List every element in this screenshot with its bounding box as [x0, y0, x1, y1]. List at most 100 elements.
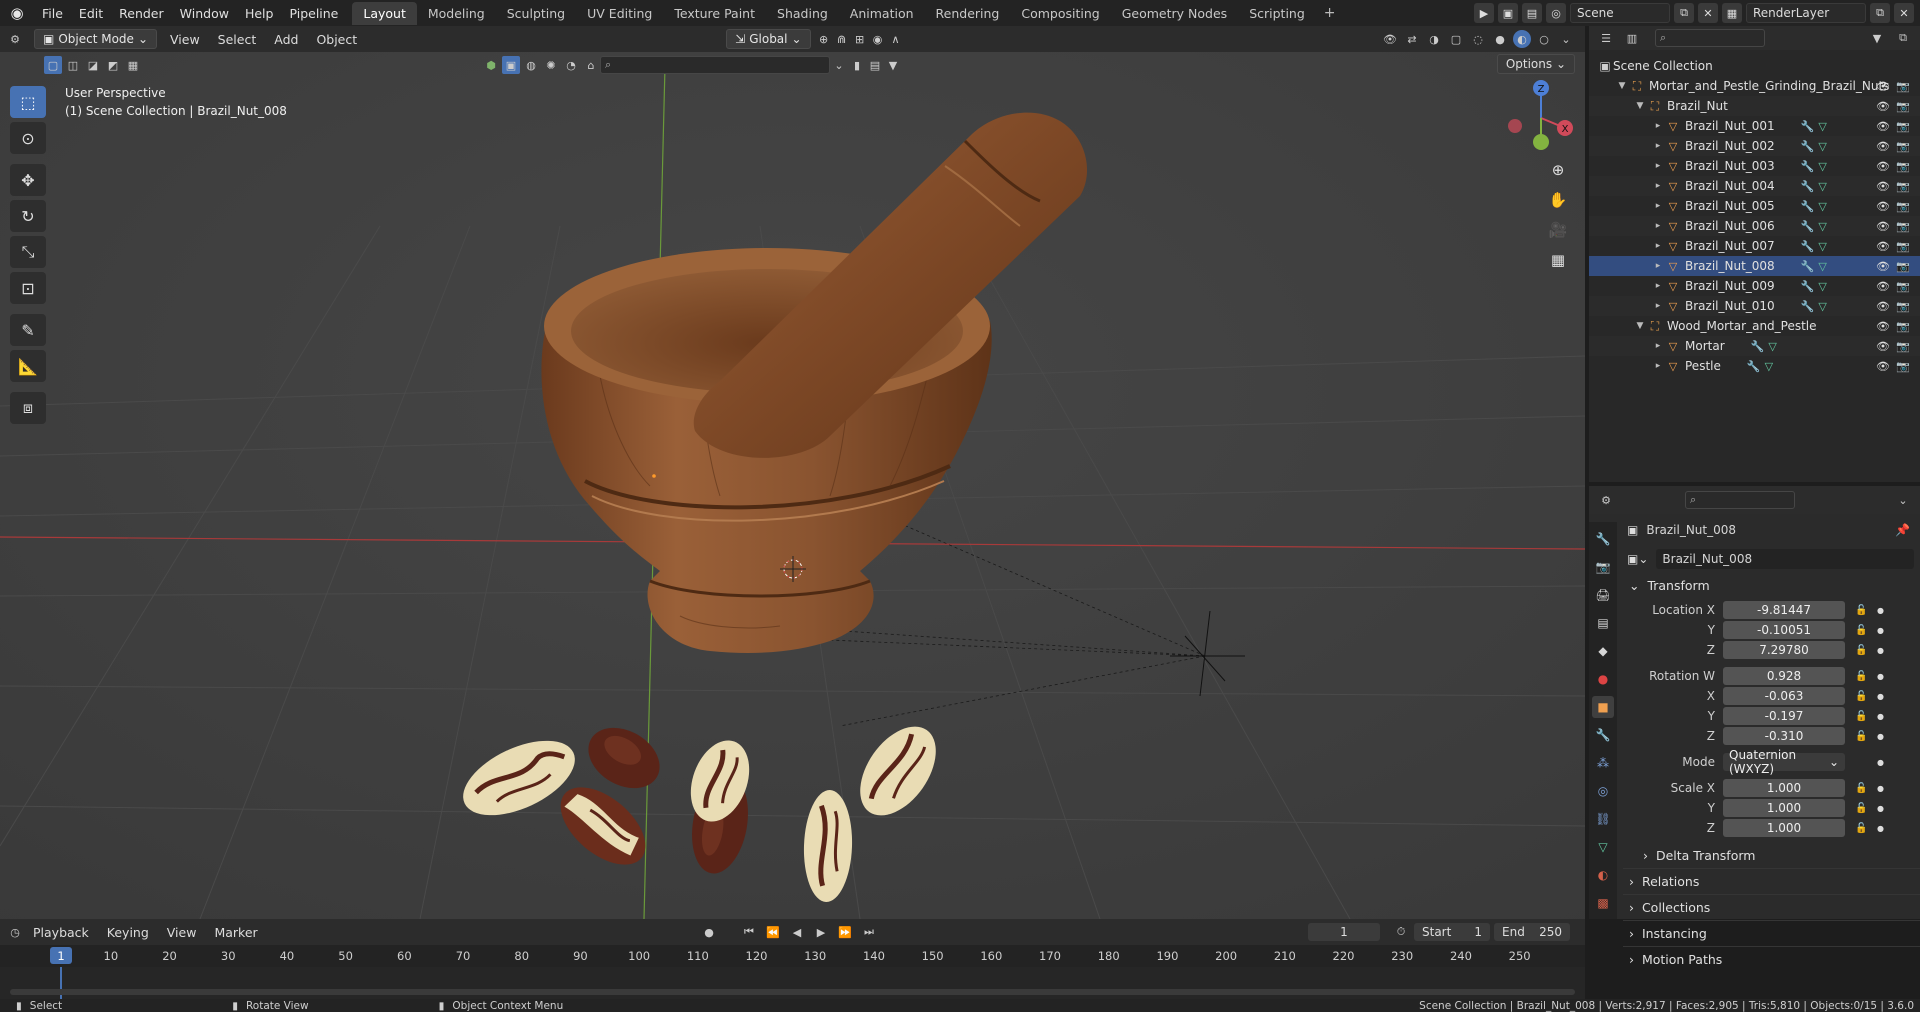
- visibility-eye-icon[interactable]: 👁: [1876, 240, 1890, 253]
- add-cube-tool-icon[interactable]: ⧈: [10, 392, 46, 424]
- outliner-item[interactable]: ▸ ▽ Mortar 🔧 ▽ 👁 📷: [1589, 336, 1920, 356]
- collapse-arrow-icon[interactable]: ▸: [1651, 201, 1665, 211]
- rendered-shading-icon[interactable]: ○: [1535, 30, 1553, 48]
- physics-tab-icon[interactable]: ◎: [1592, 780, 1614, 802]
- jump-start-icon[interactable]: ⏮: [740, 923, 758, 941]
- play-icon[interactable]: ▶: [812, 923, 830, 941]
- modifier-icon[interactable]: 🔧: [1801, 140, 1815, 153]
- zoom-icon[interactable]: ⊕: [1545, 157, 1571, 183]
- delta-transform-section[interactable]: › Delta Transform: [1623, 842, 1920, 868]
- next-keyframe-icon[interactable]: ⏩: [836, 923, 854, 941]
- outliner-item[interactable]: ▼ ⛶ Wood_Mortar_and_Pestle 👁 📷: [1589, 316, 1920, 336]
- modifier-icon[interactable]: 🔧: [1801, 240, 1815, 253]
- 3d-viewport[interactable]: ⚙ ▣ Object Mode ⌄ View Select Add Object ⇲…: [0, 26, 1585, 919]
- lock-icon[interactable]: 🔓: [1855, 731, 1869, 742]
- rotation-y-field[interactable]: -0.197: [1723, 707, 1845, 725]
- new-collection-icon[interactable]: ⧉: [1894, 29, 1912, 47]
- pin-scene-icon[interactable]: ⧉: [1674, 3, 1694, 23]
- collapse-arrow-icon[interactable]: ▸: [1651, 121, 1665, 131]
- render-camera-icon[interactable]: 📷: [1896, 240, 1910, 253]
- keyframe-dot-icon[interactable]: ●: [1877, 824, 1887, 833]
- filter-icon[interactable]: ▼: [1868, 29, 1886, 47]
- add-view-layer-icon[interactable]: ⧉: [1870, 3, 1890, 23]
- tab-shading[interactable]: Shading: [766, 2, 839, 25]
- visibility-eye-icon[interactable]: 👁: [1876, 340, 1890, 353]
- timeline-menu-keying[interactable]: Keying: [98, 925, 158, 940]
- visibility-eye-icon[interactable]: 👁: [1876, 260, 1890, 273]
- render-image-icon[interactable]: ▣: [1498, 3, 1518, 23]
- keyframe-dot-icon[interactable]: ●: [1877, 692, 1887, 701]
- select-intersect-icon[interactable]: ▦: [124, 56, 142, 74]
- modifier-icon[interactable]: 🔧: [1747, 360, 1761, 373]
- rotation-w-field[interactable]: 0.928: [1723, 667, 1845, 685]
- render-camera-icon[interactable]: 📷: [1896, 80, 1910, 93]
- play-render-icon[interactable]: ▶: [1474, 3, 1494, 23]
- snap-icon[interactable]: ⋒: [833, 30, 851, 48]
- mesh-data-icon[interactable]: ▽: [1818, 120, 1826, 133]
- collapse-arrow-icon[interactable]: ▸: [1651, 221, 1665, 231]
- cursor-tool-icon[interactable]: ⊙: [10, 122, 46, 154]
- mesh-data-icon[interactable]: ▽: [1818, 160, 1826, 173]
- select-invert-icon[interactable]: ◩: [104, 56, 122, 74]
- expand-arrow-icon[interactable]: ▼: [1633, 321, 1647, 331]
- timeline-ruler[interactable]: 1 10 20 30 40 50 60 70 80 90 100 110 120 130 140 150 16…: [0, 945, 1585, 967]
- motion-paths-section[interactable]: › Motion Paths: [1623, 946, 1920, 972]
- tab-geometry-nodes[interactable]: Geometry Nodes: [1111, 2, 1238, 25]
- tab-rendering[interactable]: Rendering: [925, 2, 1011, 25]
- visibility-eye-icon[interactable]: 👁: [1876, 160, 1890, 173]
- remove-view-layer-icon[interactable]: ✕: [1894, 3, 1914, 23]
- keyframe-dot-icon[interactable]: ●: [1877, 732, 1887, 741]
- select-new-icon[interactable]: ▢: [44, 56, 62, 74]
- jump-end-icon[interactable]: ⏭: [860, 923, 878, 941]
- timeline-track[interactable]: [0, 967, 1585, 999]
- collapse-arrow-icon[interactable]: ▸: [1651, 241, 1665, 251]
- search-dropdown-icon[interactable]: ⌄: [830, 56, 848, 74]
- measure-tool-icon[interactable]: 📐: [10, 350, 46, 382]
- view-layer-icon[interactable]: ▦: [1722, 3, 1742, 23]
- location-y-field[interactable]: -0.10051: [1723, 621, 1845, 639]
- collapse-arrow-icon[interactable]: ▸: [1651, 341, 1665, 351]
- visibility-icon[interactable]: 👁: [1381, 30, 1399, 48]
- proportional-edit-icon[interactable]: ◉: [869, 30, 887, 48]
- blender-logo-icon[interactable]: ◉: [0, 0, 34, 26]
- lock-icon[interactable]: 🔓: [1855, 671, 1869, 682]
- curve-filter-icon[interactable]: ◍: [522, 56, 540, 74]
- view-layer-selector[interactable]: RenderLayer: [1746, 3, 1866, 23]
- timeline-scrollbar[interactable]: [10, 989, 1575, 995]
- pin-icon[interactable]: 📌: [1895, 523, 1910, 537]
- render-animation-icon[interactable]: ▤: [1522, 3, 1542, 23]
- render-camera-icon[interactable]: 📷: [1896, 140, 1910, 153]
- scale-z-field[interactable]: 1.000: [1723, 819, 1845, 837]
- pan-hand-icon[interactable]: ✋: [1545, 187, 1571, 213]
- select-subtract-icon[interactable]: ◪: [84, 56, 102, 74]
- lock-icon[interactable]: 🔓: [1855, 823, 1869, 834]
- shading-options-icon[interactable]: ⌄: [1557, 30, 1575, 48]
- mesh-data-icon[interactable]: ▽: [1818, 200, 1826, 213]
- object-name-input[interactable]: Brazil_Nut_008: [1656, 549, 1914, 569]
- render-camera-icon[interactable]: 📷: [1896, 300, 1910, 313]
- collapse-arrow-icon[interactable]: ▸: [1651, 361, 1665, 371]
- lock-icon[interactable]: 🔓: [1855, 691, 1869, 702]
- visibility-eye-icon[interactable]: 👁: [1876, 320, 1890, 333]
- modifier-icon[interactable]: 🔧: [1801, 200, 1815, 213]
- viewport-search-input[interactable]: ⌕: [600, 56, 830, 74]
- lock-icon[interactable]: 🔓: [1855, 625, 1869, 636]
- keyframe-dot-icon[interactable]: ●: [1877, 804, 1887, 813]
- scene-icon[interactable]: ◎: [1546, 3, 1566, 23]
- expand-arrow-icon[interactable]: ▼: [1615, 81, 1629, 91]
- modifier-icon[interactable]: 🔧: [1801, 300, 1815, 313]
- output-tab-icon[interactable]: 🖨: [1592, 584, 1614, 606]
- collapse-arrow-icon[interactable]: ▸: [1651, 161, 1665, 171]
- solid-shading-icon[interactable]: ●: [1491, 30, 1509, 48]
- outliner-item[interactable]: ▼ ⛶ Brazil_Nut 👁 📷: [1589, 96, 1920, 116]
- transform-orientation-dropdown[interactable]: ⇲ Global ⌄: [726, 29, 811, 49]
- tab-uv-editing[interactable]: UV Editing: [576, 2, 663, 25]
- outliner-item[interactable]: ▸ ▽ Brazil_Nut_008 🔧 ▽ 👁 📷: [1589, 256, 1920, 276]
- transform-tool-icon[interactable]: ⊡: [10, 272, 46, 304]
- collapse-arrow-icon[interactable]: ▸: [1651, 281, 1665, 291]
- mesh-data-icon[interactable]: ▽: [1818, 280, 1826, 293]
- tab-sculpting[interactable]: Sculpting: [496, 2, 576, 25]
- annotate-tool-icon[interactable]: ✎: [10, 314, 46, 346]
- material-tab-icon[interactable]: ◐: [1592, 864, 1614, 886]
- visibility-eye-icon[interactable]: 👁: [1876, 120, 1890, 133]
